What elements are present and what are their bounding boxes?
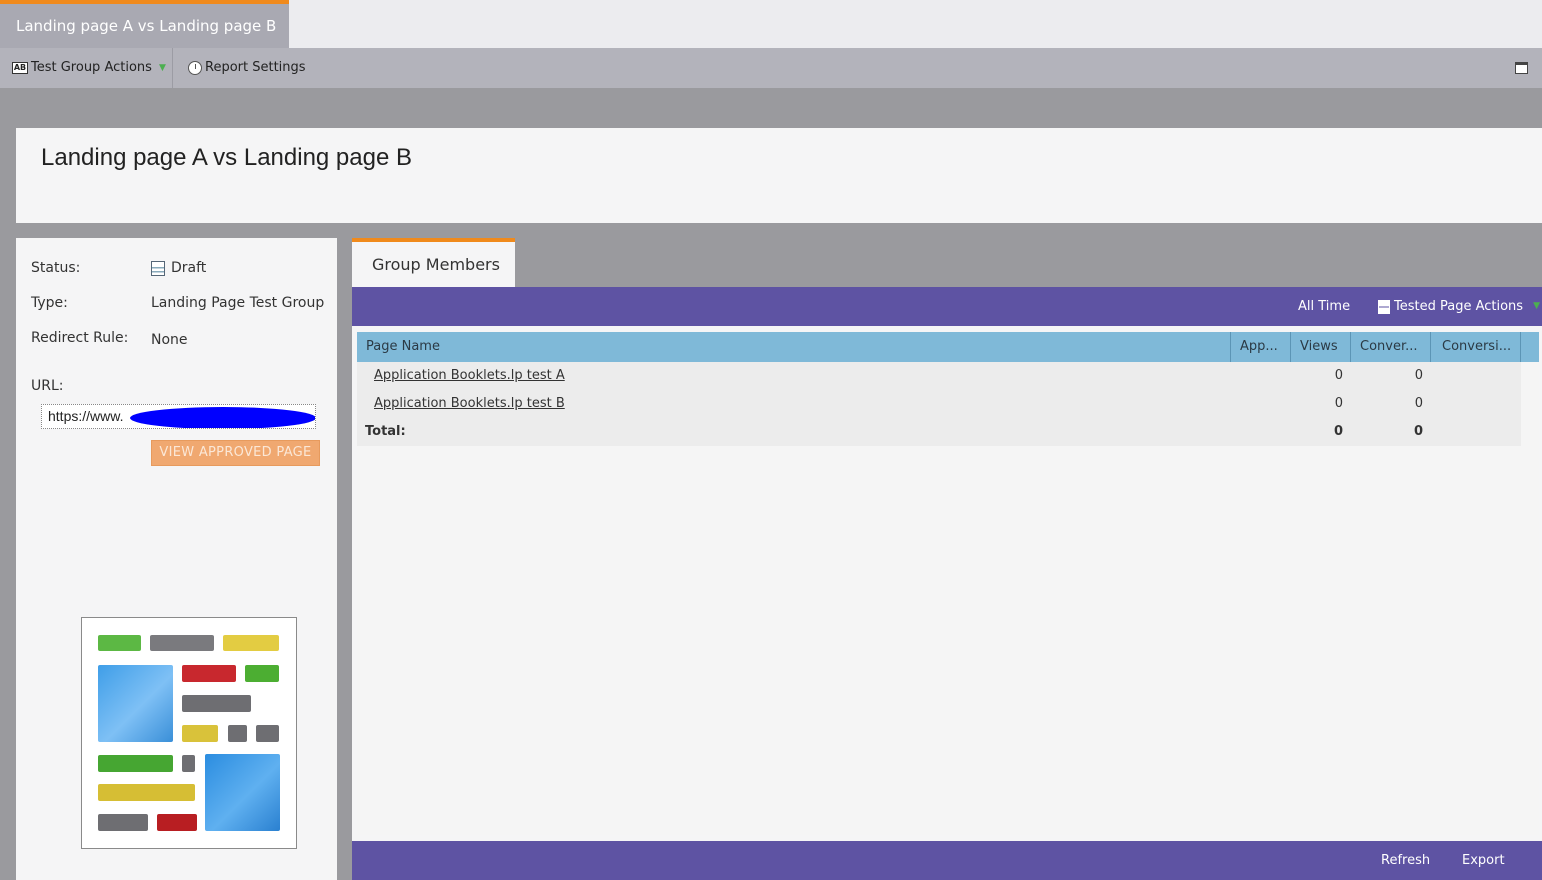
toolbar: AB Test Group Actions ▼ Report Settings — [0, 48, 1542, 88]
total-label: Total: — [365, 424, 406, 439]
grid-header: Page Name App... Views Conver... Convers… — [357, 332, 1539, 362]
page-name-link[interactable]: Application Booklets.lp test B — [374, 390, 565, 418]
url-field-text: https://www. — [48, 408, 124, 424]
thumb-block — [150, 635, 214, 651]
conversions-cell: 0 — [1414, 396, 1423, 411]
table-row[interactable]: Application Booklets.lp test A 0 0 — [357, 362, 1521, 390]
total-views: 0 — [1333, 424, 1343, 439]
report-settings-label: Report Settings — [205, 60, 306, 75]
thumb-block — [182, 665, 236, 682]
redaction-mark — [130, 407, 315, 428]
ab-test-icon: AB — [12, 62, 28, 74]
page-thumbnail — [81, 617, 297, 849]
window-restore-icon[interactable] — [1515, 62, 1528, 74]
members-footer: Refresh Export — [352, 841, 1542, 880]
thumb-block — [245, 665, 279, 682]
chevron-down-icon: ▼ — [1533, 301, 1540, 311]
url-label: URL: — [31, 378, 64, 394]
members-grid-container: Page Name App... Views Conver... Convers… — [352, 326, 1542, 841]
column-header-conversion-rate[interactable]: Conversi... — [1431, 332, 1521, 362]
column-header-conversions[interactable]: Conver... — [1351, 332, 1431, 362]
test-group-actions-label: Test Group Actions — [31, 60, 152, 75]
views-cell: 0 — [1334, 396, 1343, 411]
thumb-block — [98, 635, 141, 651]
refresh-button[interactable]: Refresh — [1381, 841, 1430, 880]
url-field[interactable]: https://www. — [41, 404, 316, 429]
column-header-views[interactable]: Views — [1291, 332, 1351, 362]
report-settings-button[interactable]: Report Settings — [188, 48, 306, 88]
tested-page-actions-button[interactable]: Tested Page Actions ▼ — [1378, 287, 1540, 326]
tab-group-members[interactable]: Group Members — [352, 238, 515, 287]
column-header-approved[interactable]: App... — [1231, 332, 1291, 362]
thumb-image — [98, 665, 173, 742]
clock-icon — [188, 61, 202, 75]
thumb-block — [98, 814, 148, 831]
column-header-page-name[interactable]: Page Name — [357, 332, 1231, 362]
members-toolbar: All Time Tested Page Actions ▼ — [352, 287, 1542, 326]
group-members-panel: Group Members All Time Tested Page Actio… — [352, 238, 1542, 880]
thumb-block — [182, 755, 195, 772]
title-panel: Landing page A vs Landing page B — [16, 128, 1542, 223]
thumb-block — [223, 635, 279, 651]
thumb-block — [182, 695, 251, 712]
test-group-actions-button[interactable]: AB Test Group Actions ▼ — [12, 48, 166, 88]
info-panel: Status: Draft Type: Landing Page Test Gr… — [16, 238, 337, 880]
type-value: Landing Page Test Group — [151, 295, 325, 311]
page-icon — [1378, 299, 1390, 314]
thumb-block — [256, 725, 279, 742]
time-range-button[interactable]: All Time — [1298, 287, 1350, 326]
tab-bar: Landing page A vs Landing page B — [0, 0, 1542, 48]
thumb-block — [228, 725, 247, 742]
status-label: Status: — [31, 260, 81, 276]
redirect-rule-value: None — [151, 332, 188, 348]
type-label: Type: — [31, 295, 68, 311]
chevron-down-icon: ▼ — [158, 63, 166, 73]
conversions-cell: 0 — [1414, 368, 1423, 383]
page-title: Landing page A vs Landing page B — [41, 144, 412, 171]
total-conversions: 0 — [1413, 424, 1423, 439]
view-approved-page-button[interactable]: VIEW APPROVED PAGE — [151, 440, 320, 466]
table-row[interactable]: Application Booklets.lp test B 0 0 — [357, 390, 1521, 418]
thumb-block — [98, 755, 173, 772]
page-name-link[interactable]: Application Booklets.lp test A — [374, 362, 565, 390]
redirect-rule-label: Redirect Rule: — [31, 330, 129, 346]
toolbar-divider — [172, 48, 173, 88]
views-cell: 0 — [1334, 368, 1343, 383]
draft-icon — [151, 260, 165, 276]
status-value-text: Draft — [171, 260, 207, 276]
tab-landing-page-test[interactable]: Landing page A vs Landing page B — [0, 0, 289, 48]
thumb-block — [157, 814, 197, 831]
status-value: Draft — [151, 260, 206, 276]
thumb-block — [182, 725, 218, 742]
export-button[interactable]: Export — [1462, 841, 1505, 880]
thumb-block — [98, 784, 195, 801]
tested-page-actions-label: Tested Page Actions — [1394, 299, 1524, 314]
thumb-image — [205, 754, 280, 831]
total-row: Total: 0 0 — [357, 418, 1521, 446]
members-grid: Page Name App... Views Conver... Convers… — [357, 332, 1539, 835]
